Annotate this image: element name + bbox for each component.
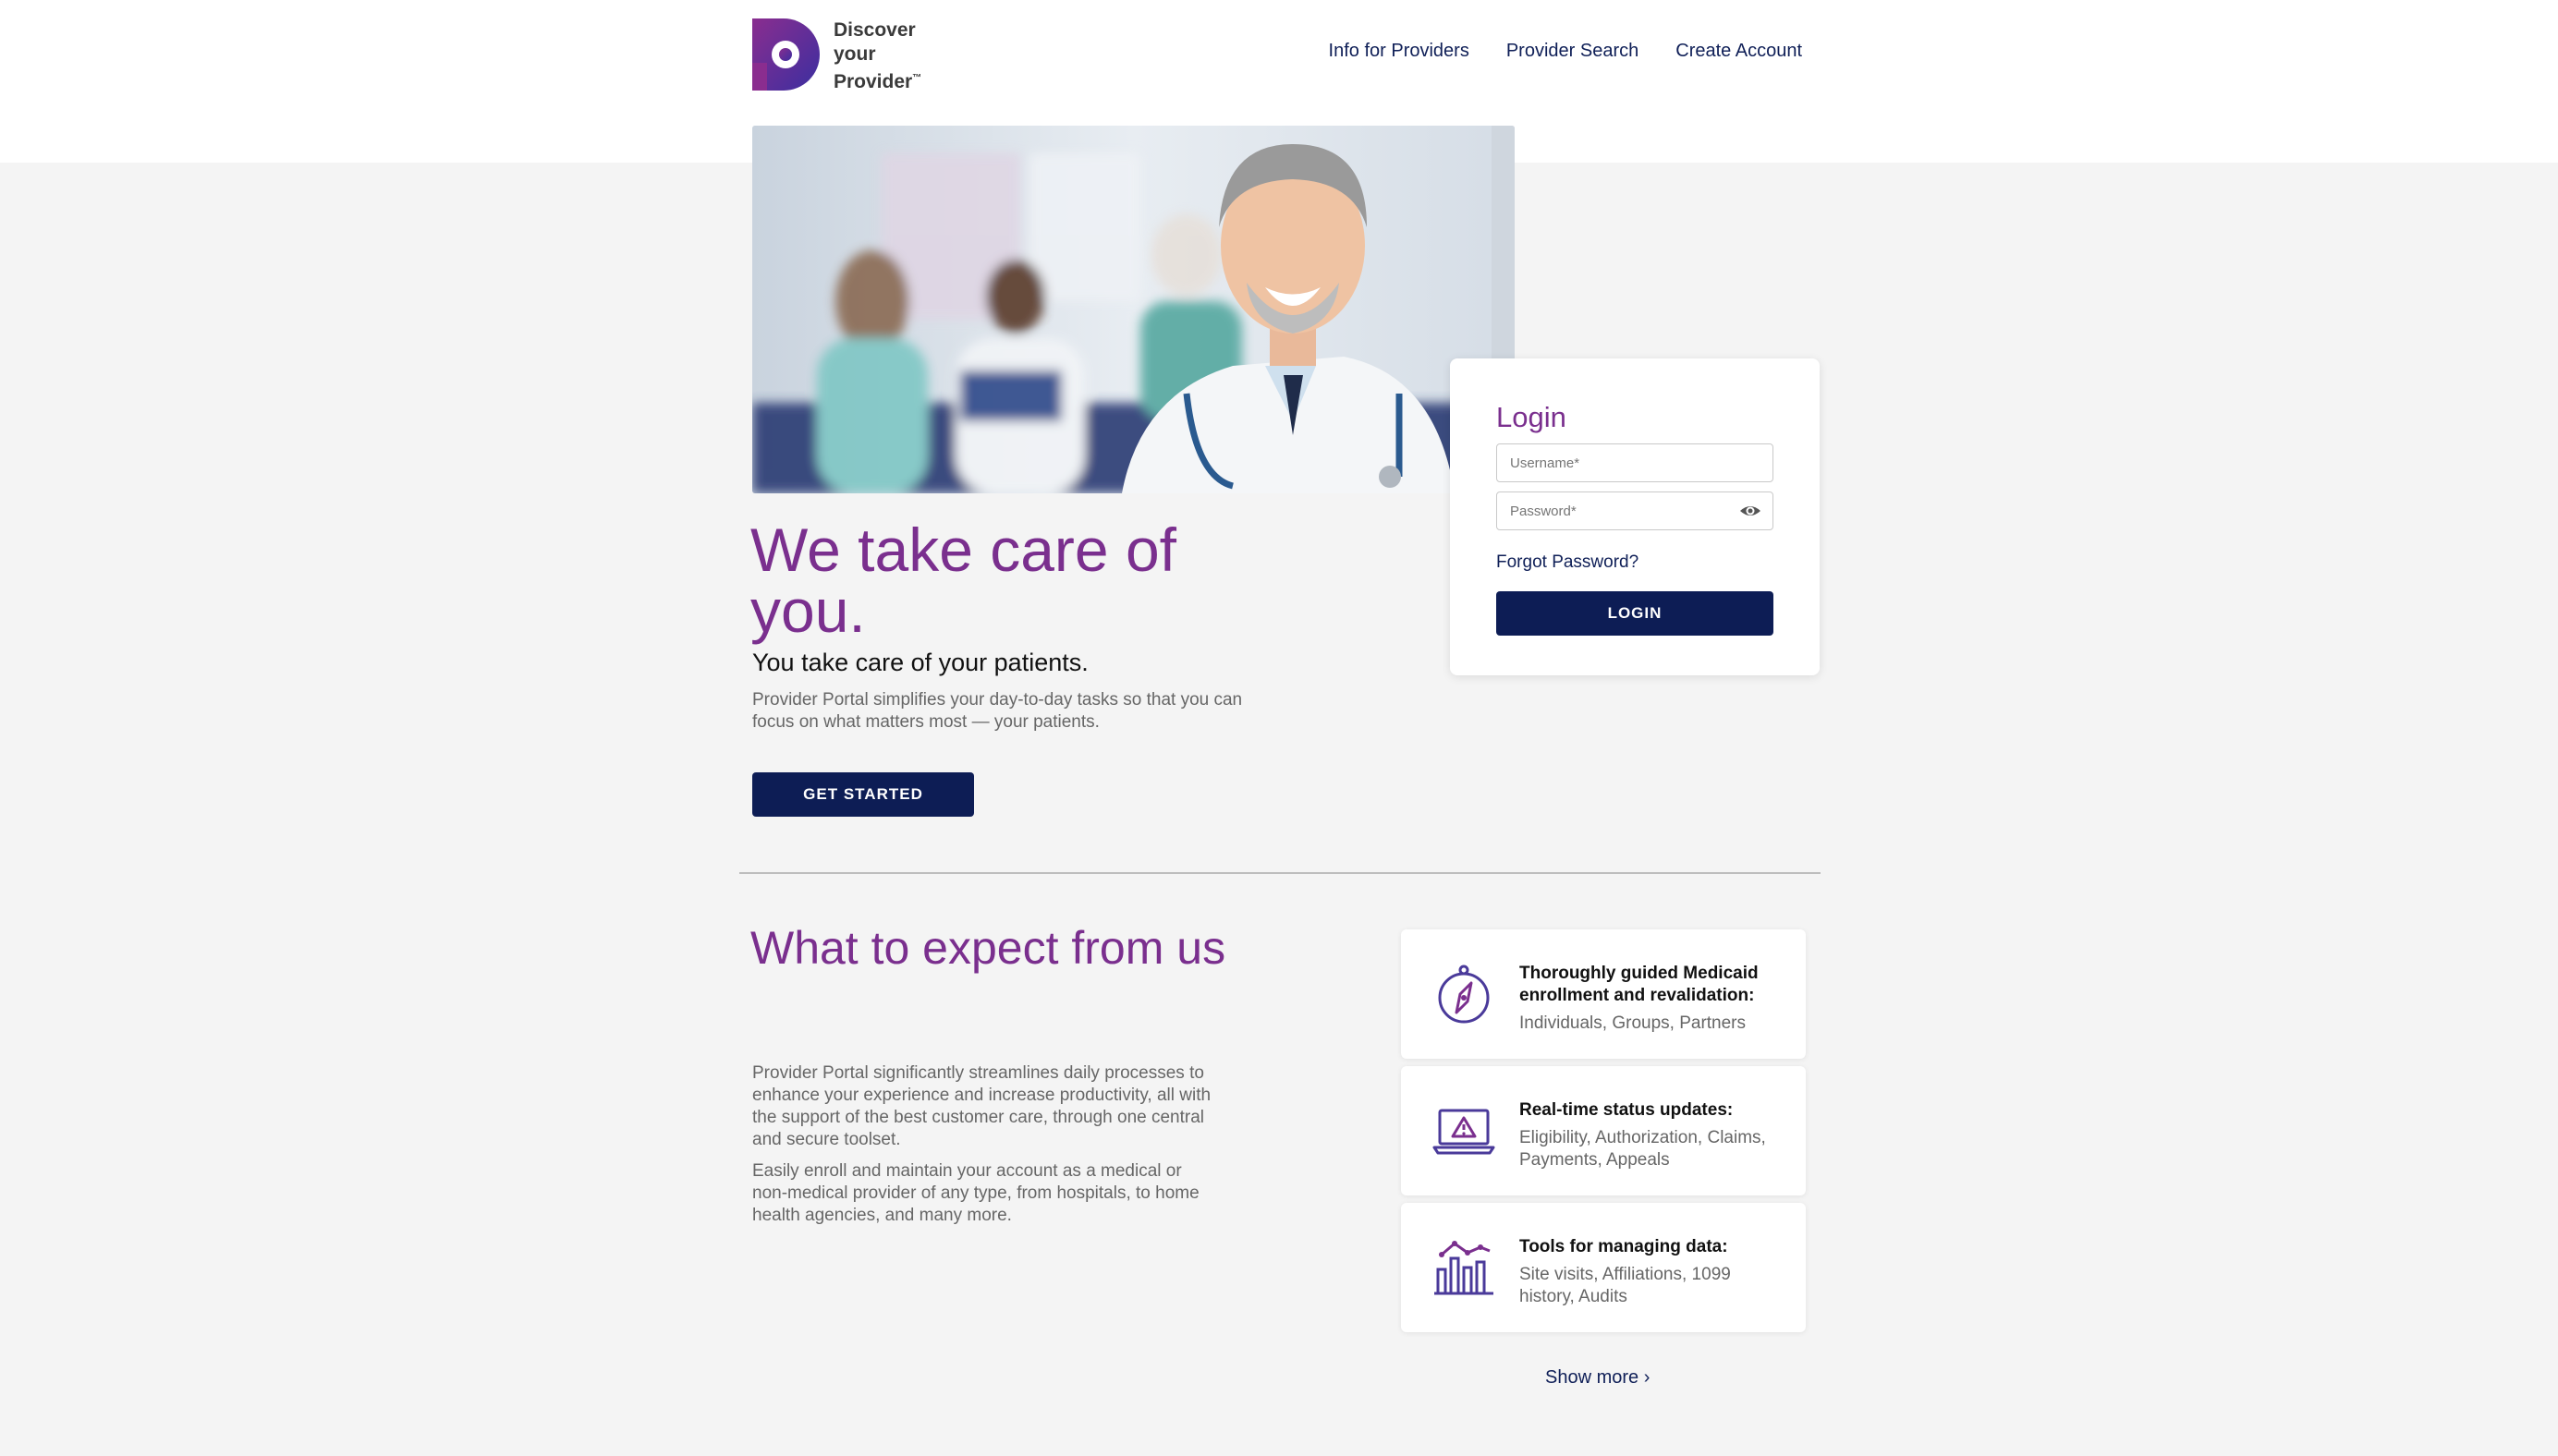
feature-title: Real-time status updates: bbox=[1519, 1100, 1734, 1120]
feature-description: Eligibility, Authorization, Claims, Paym… bbox=[1519, 1128, 1766, 1170]
logo-line-1: Discover bbox=[834, 19, 916, 41]
feature-title: Thoroughly guided Medicaid enrollment an… bbox=[1519, 964, 1759, 1005]
logo-text: Discover your Provider™ bbox=[834, 18, 921, 94]
laptop-alert-icon bbox=[1432, 1109, 1495, 1155]
get-started-button[interactable]: GET STARTED bbox=[752, 772, 974, 817]
feature-card-status: Real-time status updates: Eligibility, A… bbox=[1401, 1066, 1806, 1195]
hero-description: Provider Portal simplifies your day-to-d… bbox=[752, 690, 1243, 732]
expect-paragraph-1: Provider Portal significantly streamline… bbox=[752, 1063, 1212, 1149]
bar-chart-icon bbox=[1434, 1241, 1493, 1295]
login-button[interactable]: LOGIN bbox=[1496, 591, 1773, 636]
feature-description: Site visits, Affiliations, 1099 history,… bbox=[1519, 1265, 1731, 1306]
compass-icon bbox=[1438, 965, 1490, 1024]
nav-create-account[interactable]: Create Account bbox=[1675, 41, 1802, 62]
show-more-link[interactable]: Show more › bbox=[1545, 1367, 1650, 1389]
feature-title: Tools for managing data: bbox=[1519, 1237, 1728, 1256]
nav-provider-search[interactable]: Provider Search bbox=[1506, 41, 1638, 62]
hero-subtitle: You take care of your patients. bbox=[752, 649, 1089, 676]
hero-doctor-image bbox=[752, 126, 1515, 493]
show-password-eye-icon[interactable] bbox=[1739, 502, 1761, 520]
username-field[interactable] bbox=[1496, 443, 1773, 482]
expect-title: What to expect from us bbox=[750, 922, 1226, 974]
main-nav: Info for Providers Provider Search Creat… bbox=[1329, 41, 1802, 62]
expect-paragraph-2: Easily enroll and maintain your account … bbox=[752, 1161, 1200, 1225]
section-divider bbox=[739, 872, 1821, 874]
feature-card-data-tools: Tools for managing data: Site visits, Af… bbox=[1401, 1203, 1806, 1332]
logo-line-3: Provider bbox=[834, 71, 913, 92]
feature-card-enrollment: Thoroughly guided Medicaid enrollment an… bbox=[1401, 929, 1806, 1059]
trademark: ™ bbox=[912, 73, 922, 83]
logo-mark-icon bbox=[752, 18, 820, 91]
username-input[interactable] bbox=[1497, 444, 1772, 481]
hero-title: We take care of you. bbox=[750, 516, 1177, 645]
logo-line-2: your bbox=[834, 43, 876, 65]
forgot-password-link[interactable]: Forgot Password? bbox=[1496, 552, 1773, 573]
login-card: Login Forgot Password? LOGIN bbox=[1450, 358, 1820, 675]
discover-your-provider-logo[interactable]: Discover your Provider™ bbox=[752, 18, 921, 94]
nav-info-for-providers[interactable]: Info for Providers bbox=[1329, 41, 1469, 62]
password-field[interactable] bbox=[1496, 491, 1773, 530]
password-input[interactable] bbox=[1497, 492, 1772, 529]
login-title: Login bbox=[1496, 401, 1566, 433]
feature-description: Individuals, Groups, Partners bbox=[1519, 1013, 1747, 1033]
